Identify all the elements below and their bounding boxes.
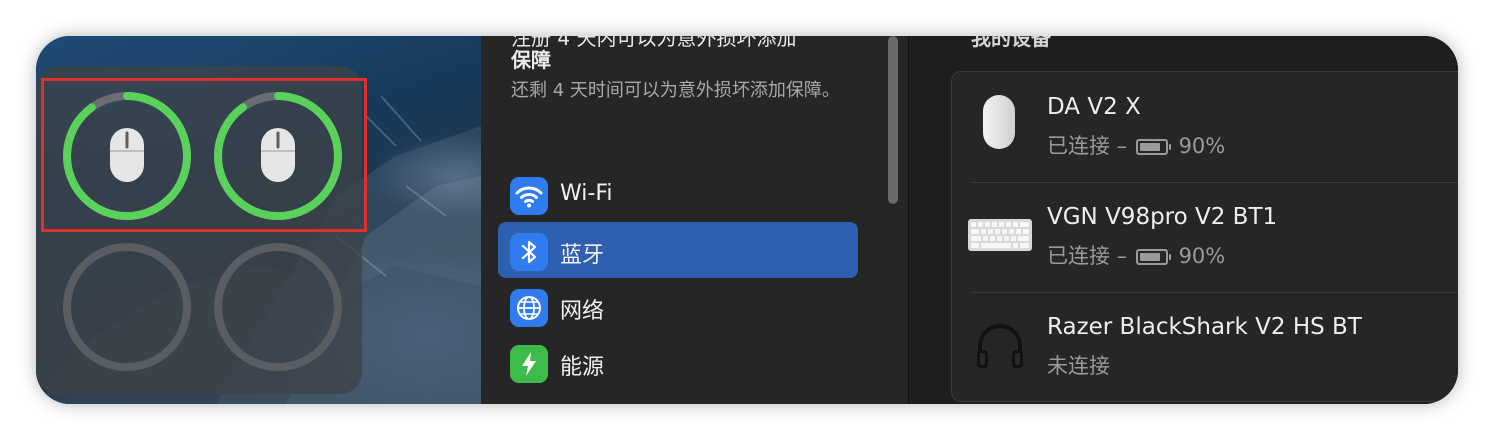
device-row-mouse[interactable]: DA V2 X 已连接 – 90% [952,72,1458,182]
globe-icon [510,289,548,327]
sidebar-item-wifi[interactable]: Wi-Fi [498,166,858,222]
sidebar-item-bluetooth[interactable]: 蓝牙 [498,222,858,278]
headphones-icon [977,324,1023,368]
sidebar-scrollbar[interactable] [888,36,898,204]
mouse-icon [983,95,1015,149]
section-title: 我的设备 [971,36,1051,50]
sidebar-item-energy[interactable]: 能源 [498,334,858,390]
device-row-headphones[interactable]: Razer BlackShark V2 HS BT 未连接 [952,292,1458,402]
device-list: DA V2 X 已连接 – 90% VGN V98pro V2 BT1 已连接 … [951,71,1458,402]
settings-sidebar: 注册 4 天内可以为意外损坏添加 保障 还剩 4 天时间可以为意外损坏添加保障。… [481,36,909,404]
bluetooth-icon [510,233,548,271]
clipped-description: 注册 4 天内可以为意外损坏添加 [511,36,797,50]
sidebar-item-label: Wi-Fi [560,181,613,206]
annotation-highlight-box [41,78,367,232]
battery-percent: 90% [1178,134,1226,158]
battery-ring-4 [210,239,346,375]
battery-icon [1135,139,1171,155]
sidebar-item-network[interactable]: 网络 [498,278,858,334]
device-row-keyboard[interactable]: VGN V98pro V2 BT1 已连接 – 90% [952,182,1458,292]
device-name: VGN V98pro V2 BT1 [1047,204,1278,230]
device-status: 已连接 – 90% [1047,240,1225,270]
sidebar-item-label: 蓝牙 [560,243,605,268]
battery-percent: 90% [1178,244,1226,268]
battery-ring-3 [59,239,195,375]
sidebar-item-label: 网络 [560,299,605,324]
bluetooth-pane: 我的设备 DA V2 X 已连接 – 90% VGN V98pro V2 BT1… [909,36,1458,404]
battery-ring-empty [63,243,191,371]
device-status: 已连接 – 90% [1047,130,1225,160]
sidebar-item-label: 能源 [560,355,605,380]
applecare-title: 保障 [511,48,551,72]
app-window: 注册 4 天内可以为意外损坏添加 保障 还剩 4 天时间可以为意外损坏添加保障。… [36,36,1458,404]
battery-bolt-icon [510,345,548,383]
device-name: DA V2 X [1047,94,1141,120]
applecare-description[interactable]: 还剩 4 天时间可以为意外损坏添加保障。 [511,76,851,105]
status-text: 已连接 – [1047,134,1128,158]
device-name: Razer BlackShark V2 HS BT [1047,314,1362,340]
wifi-icon [510,177,548,215]
battery-ring-empty [214,243,342,371]
desktop-wallpaper [36,36,481,404]
device-status: 未连接 [1047,354,1110,378]
battery-icon [1135,249,1171,265]
keyboard-icon [968,219,1032,251]
status-text: 已连接 – [1047,244,1128,268]
